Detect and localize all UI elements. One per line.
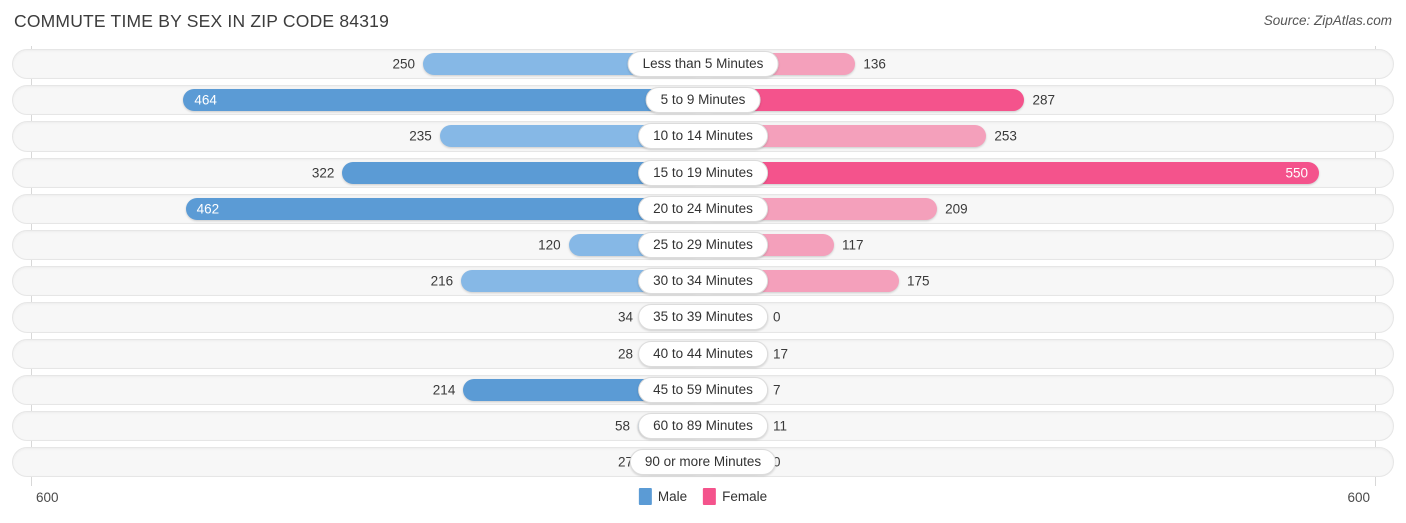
bar-value-male: 34 [617, 309, 633, 325]
category-label[interactable]: 35 to 39 Minutes [638, 304, 768, 331]
chart-row: 464 287 5 to 9 Minutes [0, 82, 1406, 118]
bar-value-male: 214 [432, 382, 456, 398]
bar-value-male: 28 [617, 346, 633, 362]
category-label[interactable]: 5 to 9 Minutes [645, 87, 761, 114]
bar-value-female: 0 [773, 309, 781, 325]
bar-male[interactable]: 462 [185, 197, 703, 220]
chart-footer: 600 600 Male Female [0, 480, 1406, 523]
page-title: COMMUTE TIME BY SEX IN ZIP CODE 84319 [14, 11, 390, 31]
category-label[interactable]: 20 to 24 Minutes [638, 195, 768, 222]
category-label[interactable]: 40 to 44 Minutes [638, 340, 768, 367]
bar-value-female: 17 [773, 346, 789, 362]
legend: Male Female [638, 488, 767, 505]
bar-value-female: 175 [907, 273, 930, 289]
plot-area: 250 136 Less than 5 Minutes 464 287 5 to 9 Mi… [0, 46, 1406, 486]
category-label[interactable]: 15 to 19 Minutes [638, 159, 768, 186]
chart-row: 250 136 Less than 5 Minutes [0, 46, 1406, 82]
bar-value-female: 209 [945, 201, 968, 217]
bar-value-female: 11 [773, 418, 788, 434]
legend-item-male[interactable]: Male [638, 488, 688, 505]
category-label[interactable]: 25 to 29 Minutes [638, 232, 768, 259]
bar-value-male: 120 [538, 237, 561, 253]
legend-swatch-female-icon [703, 488, 717, 505]
category-label[interactable]: 60 to 89 Minutes [638, 412, 768, 439]
bar-value-male: 462 [196, 201, 220, 217]
bar-value-male: 216 [430, 273, 454, 289]
chart-row: 34 0 35 to 39 Minutes [0, 299, 1406, 335]
chart-row: 27 0 90 or more Minutes [0, 444, 1406, 480]
bar-female[interactable]: 550 [703, 161, 1319, 184]
bar-value-male: 464 [194, 92, 217, 108]
bar-value-female: 7 [773, 382, 781, 398]
bar-value-male: 322 [311, 165, 335, 181]
chart-row: 216 175 30 to 34 Minutes [0, 263, 1406, 299]
bar-male[interactable]: 464 [183, 89, 703, 112]
axis-max-right: 600 [1347, 490, 1370, 505]
bar-value-male: 250 [392, 56, 415, 72]
axis-max-left: 600 [36, 490, 59, 505]
bar-value-male: 235 [409, 128, 432, 144]
bar-value-female: 253 [994, 128, 1017, 144]
chart-row: 120 117 25 to 29 Minutes [0, 227, 1406, 263]
chart-row: 58 11 60 to 89 Minutes [0, 408, 1406, 444]
bar-value-female: 287 [1032, 92, 1055, 108]
legend-item-female[interactable]: Female [703, 488, 767, 505]
category-label[interactable]: 90 or more Minutes [629, 449, 777, 476]
category-label[interactable]: 30 to 34 Minutes [638, 268, 768, 295]
chart-root: COMMUTE TIME BY SEX IN ZIP CODE 84319 So… [0, 0, 1406, 523]
chart-row: 462 209 20 to 24 Minutes [0, 191, 1406, 227]
legend-swatch-male-icon [638, 488, 652, 505]
category-label[interactable]: 45 to 59 Minutes [638, 376, 768, 403]
category-label[interactable]: Less than 5 Minutes [627, 51, 779, 78]
bar-value-female: 136 [863, 56, 886, 72]
chart-row: 28 17 40 to 44 Minutes [0, 336, 1406, 372]
category-label[interactable]: 10 to 14 Minutes [638, 123, 768, 150]
chart-row: 322 550 15 to 19 Minutes [0, 155, 1406, 191]
legend-label-female: Female [722, 489, 768, 504]
bar-value-female: 550 [1285, 165, 1308, 181]
chart-header: COMMUTE TIME BY SEX IN ZIP CODE 84319 So… [0, 0, 1406, 46]
bar-value-female: 117 [842, 237, 864, 253]
chart-row: 235 253 10 to 14 Minutes [0, 118, 1406, 154]
legend-label-male: Male [657, 489, 688, 504]
source-attribution: Source: ZipAtlas.com [1263, 13, 1392, 28]
chart-row: 214 7 45 to 59 Minutes [0, 372, 1406, 408]
bar-value-male: 58 [615, 418, 631, 434]
